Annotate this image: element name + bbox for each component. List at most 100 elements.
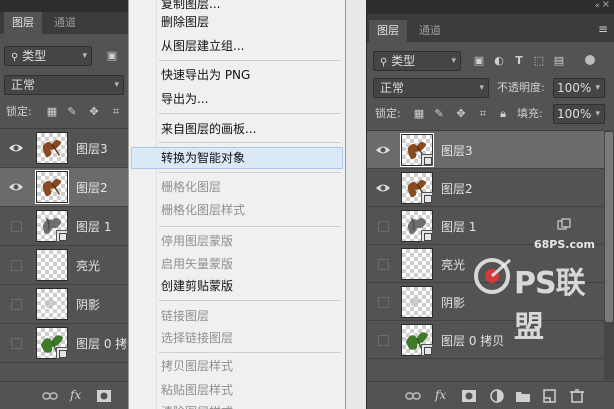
tab-layers[interactable]: 图层: [369, 20, 407, 42]
visibility-toggle[interactable]: [11, 338, 22, 349]
trash-icon[interactable]: [569, 389, 585, 403]
layer-name[interactable]: 阴影: [76, 296, 100, 313]
layer-row[interactable]: 图层2: [367, 169, 605, 207]
lock-artboard-icon[interactable]: ⌗: [475, 106, 491, 122]
layer-thumbnail[interactable]: [401, 172, 433, 204]
layer-name[interactable]: 图层 0 拷: [76, 335, 127, 352]
filter-toggle-icon[interactable]: [585, 55, 595, 65]
filter-kind-select[interactable]: ⚲ 类型 ▾: [373, 51, 461, 71]
layer-thumbnail[interactable]: [401, 324, 433, 356]
tab-layers[interactable]: 图层: [4, 12, 42, 34]
blend-mode-select[interactable]: 正常 ▾: [4, 75, 124, 95]
image-filter-icon[interactable]: ▣: [104, 48, 120, 64]
type-filter-icon[interactable]: T: [511, 53, 527, 69]
lock-move-icon[interactable]: ✥: [86, 104, 102, 120]
visibility-toggle[interactable]: [378, 259, 389, 270]
visibility-toggle[interactable]: [378, 335, 389, 346]
lock-transparent-icon[interactable]: ▦: [44, 104, 60, 120]
menu-item[interactable]: 转换为智能对象: [161, 149, 245, 167]
menu-item[interactable]: 复制图层...: [161, 0, 220, 13]
layer-name[interactable]: 阴影: [441, 294, 465, 311]
layer-thumbnail[interactable]: [36, 132, 68, 164]
opacity-input[interactable]: 100% ▾: [553, 78, 605, 98]
visibility-toggle[interactable]: [11, 299, 22, 310]
blend-mode-select[interactable]: 正常 ▾: [373, 78, 489, 98]
lock-brush-icon[interactable]: ✎: [64, 104, 80, 120]
layer-row[interactable]: 图层 0 拷: [0, 324, 128, 363]
layer-name[interactable]: 图层3: [441, 142, 473, 159]
menu-item[interactable]: 删除图层: [161, 13, 209, 31]
fx-icon[interactable]: fx: [70, 388, 81, 402]
layer-thumbnail[interactable]: [36, 249, 68, 281]
menu-item: 拷贝图层样式: [161, 359, 234, 373]
lock-brush-icon[interactable]: ✎: [431, 106, 447, 122]
visibility-eye-icon[interactable]: [8, 180, 24, 194]
visibility-eye-icon[interactable]: [375, 143, 391, 157]
search-icon: ⚲: [380, 57, 388, 68]
lock-label: 锁定:: [6, 105, 32, 118]
visibility-toggle[interactable]: [378, 297, 389, 308]
smart-object-filter-icon[interactable]: ▤: [551, 53, 567, 69]
add-mask-icon[interactable]: [461, 389, 477, 403]
menu-item[interactable]: 从图层建立组...: [161, 37, 244, 55]
menu-item[interactable]: 创建剪贴蒙版: [161, 277, 233, 295]
tab-channels[interactable]: 通道: [46, 12, 84, 34]
lock-transparent-icon[interactable]: ▦: [411, 106, 427, 122]
visibility-eye-icon[interactable]: [8, 141, 24, 155]
layer-name[interactable]: 图层3: [76, 140, 108, 157]
layer-thumbnail[interactable]: [36, 327, 68, 359]
visibility-eye-icon[interactable]: [375, 181, 391, 195]
link-layers-icon[interactable]: [405, 389, 421, 403]
adjustment-filter-icon[interactable]: ◐: [491, 53, 507, 69]
layer-thumbnail[interactable]: [400, 133, 434, 167]
layer-row[interactable]: 亮光: [0, 246, 128, 285]
image-filter-icon[interactable]: ▣: [471, 53, 487, 69]
filter-kind-select[interactable]: ⚲ 类型 ▾: [4, 46, 92, 66]
menu-item[interactable]: 快速导出为 PNG: [161, 66, 250, 84]
lock-move-icon[interactable]: ✥: [453, 106, 469, 122]
new-layer-icon[interactable]: [541, 389, 557, 403]
scrollbar-thumb[interactable]: [605, 132, 613, 322]
layer-row[interactable]: 图层3: [367, 131, 605, 169]
layer-thumbnail[interactable]: [36, 288, 68, 320]
layer-name[interactable]: 亮光: [76, 257, 100, 274]
adjustment-layer-icon[interactable]: [489, 389, 505, 403]
collapse-icon[interactable]: «: [594, 1, 600, 11]
panel-menu-icon[interactable]: ≡: [598, 22, 608, 36]
visibility-toggle[interactable]: [11, 260, 22, 271]
panel-top-bar: [0, 0, 128, 12]
menu-item[interactable]: 导出为...: [161, 90, 208, 108]
shape-filter-icon[interactable]: ⬚: [531, 53, 547, 69]
layer-thumbnail[interactable]: [36, 210, 68, 242]
layer-row[interactable]: 图层3: [0, 129, 128, 168]
layer-link-icon: [557, 218, 571, 230]
new-group-icon[interactable]: [515, 389, 531, 403]
link-layers-icon[interactable]: [42, 389, 58, 403]
layer-row[interactable]: 阴影: [0, 285, 128, 324]
layer-row[interactable]: 图层2: [0, 168, 128, 207]
fx-icon[interactable]: fx: [435, 388, 446, 402]
layer-thumbnail[interactable]: [35, 170, 69, 204]
layer-row[interactable]: 图层 1: [0, 207, 128, 246]
close-icon[interactable]: ×: [602, 0, 610, 10]
layer-name[interactable]: 图层2: [76, 179, 108, 196]
layer-thumbnail[interactable]: [401, 248, 433, 280]
visibility-toggle[interactable]: [11, 221, 22, 232]
layer-list-scrollbar[interactable]: [604, 130, 614, 380]
layer-thumbnail[interactable]: [401, 210, 433, 242]
tab-channels[interactable]: 通道: [411, 20, 449, 42]
watermark-text: PS联盟: [514, 266, 586, 345]
add-mask-icon[interactable]: [96, 389, 112, 403]
layer-name[interactable]: 图层2: [441, 180, 473, 197]
layer-name[interactable]: 亮光: [441, 256, 465, 273]
layer-name[interactable]: 图层 0 拷贝: [441, 332, 504, 349]
lock-all-icon[interactable]: 🔒︎: [495, 106, 511, 122]
panel-top-bar: « ×: [367, 0, 614, 14]
layer-name[interactable]: 图层 1: [441, 218, 476, 235]
layer-name[interactable]: 图层 1: [76, 218, 111, 235]
lock-artboard-icon[interactable]: ⌗: [108, 104, 124, 120]
fill-input[interactable]: 100% ▾: [553, 104, 605, 124]
menu-item[interactable]: 来自图层的画板...: [161, 120, 256, 138]
visibility-toggle[interactable]: [378, 221, 389, 232]
layer-thumbnail[interactable]: [401, 286, 433, 318]
